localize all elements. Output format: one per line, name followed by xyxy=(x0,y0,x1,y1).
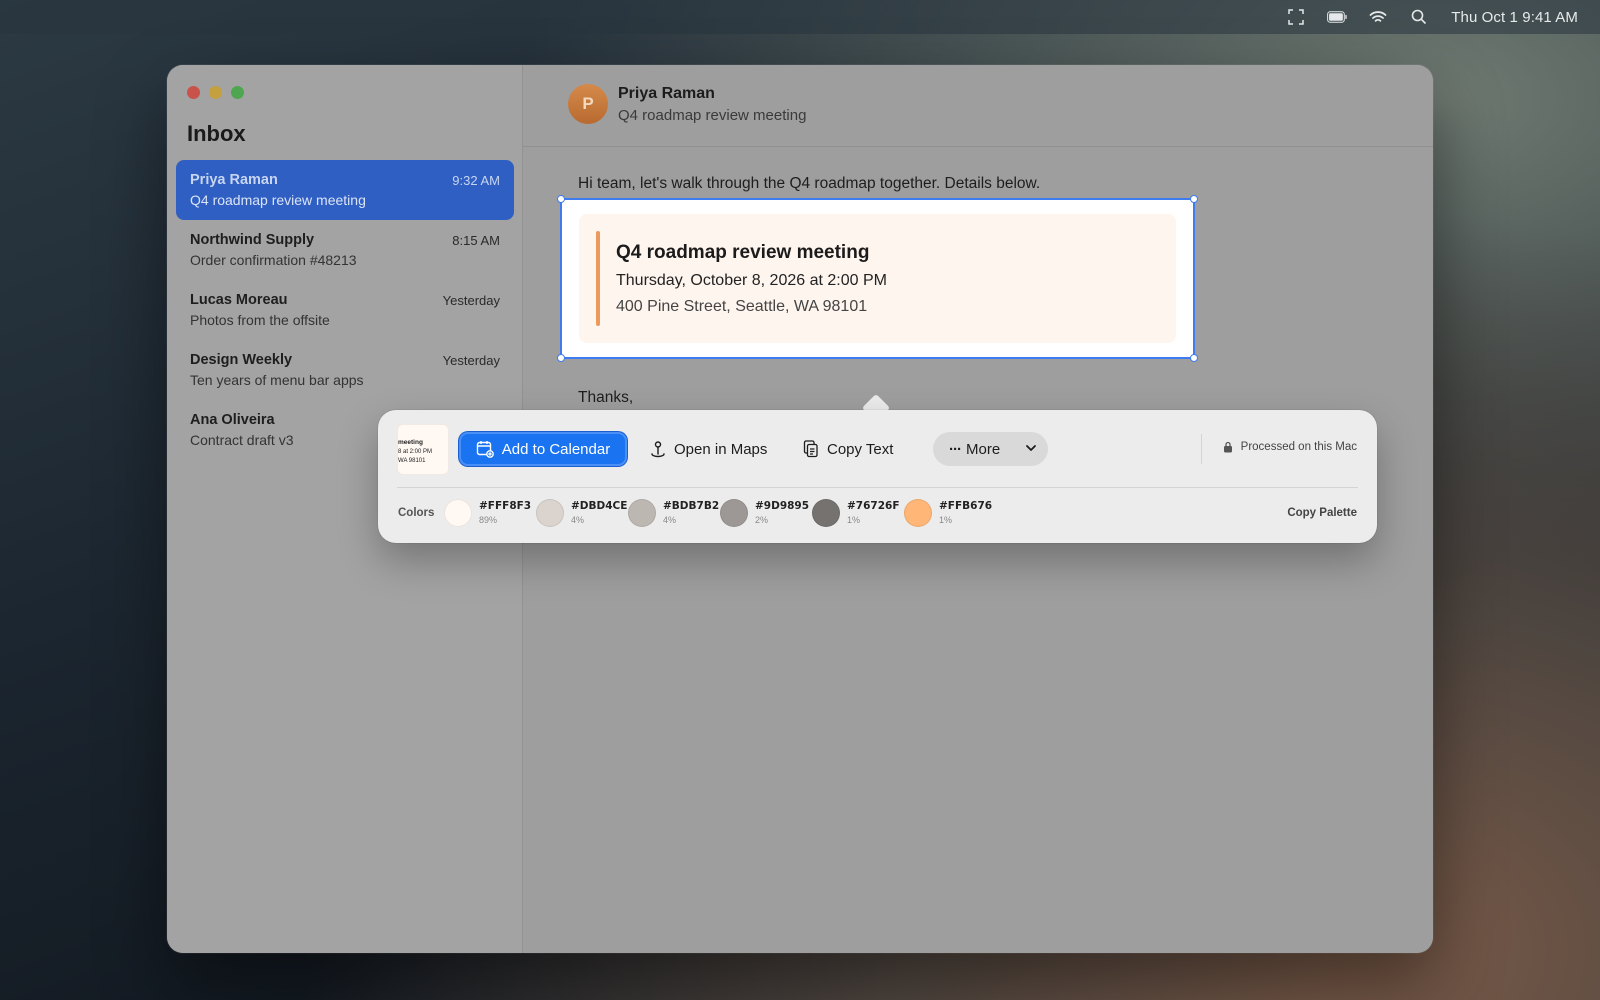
more-button[interactable]: ··· More xyxy=(933,432,1048,466)
visual-lookup-popover: meeting 8 at 2:00 PM WA 98101 Add to Cal… xyxy=(378,410,1377,543)
swatch-dot xyxy=(536,499,564,527)
swatch-hex: #9D9895 xyxy=(755,500,810,513)
popover-divider xyxy=(397,487,1358,488)
thumbnail-text: meeting xyxy=(398,439,423,446)
message-time: 8:15 AM xyxy=(452,233,500,248)
more-label: More xyxy=(966,440,1001,458)
copy-text-button[interactable]: Copy Text xyxy=(789,432,907,466)
calendar-add-icon xyxy=(476,441,494,458)
copy-document-icon xyxy=(803,440,818,458)
message-time: 9:32 AM xyxy=(452,173,500,188)
message-time: Yesterday xyxy=(442,293,500,308)
swatch-percent: 4% xyxy=(663,514,677,525)
open-in-maps-label: Open in Maps xyxy=(674,440,768,458)
swatch-hex: #BDB7B2 xyxy=(663,500,720,513)
swatch-percent: 89% xyxy=(479,514,498,525)
color-palette: #FFF8F3 89% #DBD4CE 4% #BDB7B2 4% #9D989… xyxy=(444,499,996,527)
event-location: 400 Pine Street, Seattle, WA 98101 xyxy=(616,298,868,315)
color-swatch[interactable]: #9D9895 2% xyxy=(720,499,812,527)
open-in-maps-button[interactable]: Open in Maps xyxy=(636,432,781,466)
message-body-closing: Thanks, xyxy=(578,389,634,406)
swatch-hex: #DBD4CE xyxy=(571,500,628,513)
avatar[interactable]: P xyxy=(568,84,608,124)
resize-handle-top-left[interactable] xyxy=(557,195,565,203)
message-subject: Ten years of menu bar apps xyxy=(190,372,364,388)
color-swatch[interactable]: #DBD4CE 4% xyxy=(536,499,628,527)
swatch-dot xyxy=(720,499,748,527)
event-datetime: Thursday, October 8, 2026 at 2:00 PM xyxy=(616,272,887,289)
toolbar-divider xyxy=(1201,434,1202,464)
fullscreen-icon[interactable] xyxy=(1286,7,1306,27)
inbox-title: Inbox xyxy=(187,121,246,146)
lock-icon xyxy=(1223,441,1232,453)
privacy-notice: Processed on this Mac xyxy=(1223,441,1357,453)
thumbnail-text: WA 98101 xyxy=(398,458,426,464)
chevron-down-icon[interactable] xyxy=(1024,441,1038,455)
ellipsis-icon: ··· xyxy=(949,440,962,458)
resize-handle-bottom-right[interactable] xyxy=(1190,354,1198,362)
selection-thumbnail: meeting 8 at 2:00 PM WA 98101 xyxy=(397,424,449,475)
swatch-dot xyxy=(444,499,472,527)
message-header: P Priya Raman Q4 roadmap review meeting xyxy=(523,65,1433,147)
menu-bar-clock[interactable]: Thu Oct 1 9:41 AM xyxy=(1451,9,1578,26)
swatch-percent: 1% xyxy=(939,514,953,525)
swatch-percent: 4% xyxy=(571,514,585,525)
message-subject: Photos from the offsite xyxy=(190,312,330,328)
processed-label: Processed on this Mac xyxy=(1240,441,1357,453)
wifi-icon[interactable] xyxy=(1368,7,1388,27)
selection-box[interactable]: Q4 roadmap review meeting Thursday, Octo… xyxy=(557,195,1198,362)
swatch-hex: #76726F xyxy=(847,500,900,513)
message-list-item[interactable]: Northwind Supply Order confirmation #482… xyxy=(176,220,514,280)
header-sender[interactable]: Priya Raman xyxy=(618,85,715,103)
color-swatch[interactable]: #FFF8F3 89% xyxy=(444,499,536,527)
swatch-percent: 1% xyxy=(847,514,861,525)
message-body-greeting: Hi team, let's walk through the Q4 roadm… xyxy=(578,175,1041,192)
color-swatch[interactable]: #BDB7B2 4% xyxy=(628,499,720,527)
event-card: Q4 roadmap review meeting Thursday, Octo… xyxy=(579,214,1176,343)
swatch-dot xyxy=(628,499,656,527)
menu-bar: Thu Oct 1 9:41 AM xyxy=(0,0,1600,34)
color-swatch[interactable]: #FFB676 1% xyxy=(904,499,996,527)
message-list-item[interactable]: Priya Raman Q4 roadmap review meeting 9:… xyxy=(176,160,514,220)
event-accent-bar xyxy=(596,231,600,326)
copy-text-label: Copy Text xyxy=(827,440,894,458)
resize-handle-bottom-left[interactable] xyxy=(557,354,565,362)
message-list-item[interactable]: Lucas Moreau Photos from the offsite Yes… xyxy=(176,280,514,340)
zoom-button[interactable] xyxy=(231,86,244,99)
message-time: Yesterday xyxy=(442,353,500,368)
swatch-percent: 2% xyxy=(755,514,769,525)
swatch-hex: #FFB676 xyxy=(939,500,993,513)
resize-handle-top-right[interactable] xyxy=(1190,195,1198,203)
add-to-calendar-label: Add to Calendar xyxy=(501,440,611,458)
copy-palette-button[interactable]: Copy Palette xyxy=(1287,507,1357,519)
swatch-dot xyxy=(812,499,840,527)
add-to-calendar-button[interactable]: Add to Calendar xyxy=(459,432,627,466)
event-title: Q4 roadmap review meeting xyxy=(616,242,870,263)
colors-label: Colors xyxy=(398,507,435,519)
message-subject: Order confirmation #48213 xyxy=(190,252,357,268)
location-pin-icon xyxy=(651,441,665,458)
message-subject: Q4 roadmap review meeting xyxy=(190,192,366,208)
minimize-button[interactable] xyxy=(209,86,222,99)
window-controls xyxy=(187,86,244,99)
search-icon[interactable] xyxy=(1409,7,1429,27)
header-subject: Q4 roadmap review meeting xyxy=(618,107,807,124)
swatch-hex: #FFF8F3 xyxy=(479,500,532,513)
swatch-dot xyxy=(904,499,932,527)
close-button[interactable] xyxy=(187,86,200,99)
thumbnail-text: 8 at 2:00 PM xyxy=(398,449,433,455)
battery-icon[interactable] xyxy=(1327,7,1347,27)
color-swatch[interactable]: #76726F 1% xyxy=(812,499,904,527)
message-list-item[interactable]: Design Weekly Ten years of menu bar apps… xyxy=(176,340,514,400)
